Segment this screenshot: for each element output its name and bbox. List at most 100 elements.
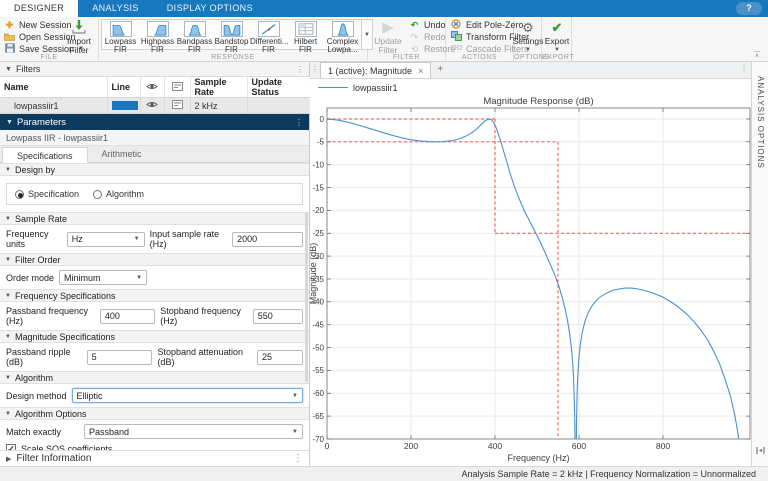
svg-text:0: 0 <box>320 115 325 124</box>
collapse-arrow-icon: ▼ <box>5 166 11 173</box>
kebab-menu-icon[interactable]: ⋮ <box>293 453 303 464</box>
column-header-line[interactable]: Line <box>107 77 141 98</box>
tab-display-options[interactable]: DISPLAY OPTIONS <box>153 0 267 17</box>
ribbon-toolbar: ✚ New Session Open Session Save Session … <box>0 17 768 62</box>
design-by-header[interactable]: ▼ Design by <box>0 163 309 176</box>
filter-visibility-cell[interactable] <box>140 97 165 114</box>
collapse-arrow-icon: ▼ <box>5 215 11 222</box>
design-by-title: Design by <box>14 164 55 175</box>
gallery-item-bandpass[interactable]: Bandpass FIR <box>176 20 213 54</box>
stopband-attenuation-label: Stopband attenuation (dB) <box>157 347 244 367</box>
panel-handle-icon[interactable]: ⋮ <box>310 62 320 78</box>
section-filter: ▶ Update Filter ↶ Undo ↷ Redo ⟲ Restore … <box>368 17 456 61</box>
filter-table-row[interactable]: lowpassiir1 2 kHz <box>0 97 311 114</box>
visibility-column-eye-icon[interactable] <box>140 77 165 98</box>
export-section-label: EXPORT <box>542 54 575 61</box>
filter-update-status-cell <box>247 97 311 114</box>
line-color-swatch[interactable] <box>111 101 138 110</box>
filter-name-cell[interactable]: lowpassiir1 <box>0 97 108 114</box>
file-section-label: FILE <box>40 54 58 61</box>
kebab-menu-icon[interactable]: ⋮ <box>296 65 304 74</box>
close-tab-icon[interactable]: × <box>418 63 423 79</box>
magnitude-specifications-header[interactable]: ▼ Magnitude Specifications <box>0 330 309 343</box>
stopband-frequency-field[interactable]: 550 <box>252 308 303 324</box>
gallery-item-differenti-[interactable]: Differenti... FIR <box>250 20 289 54</box>
passband-ripple-label: Passband ripple (dB) <box>6 347 71 367</box>
frequency-units-select[interactable]: Hz ▼ <box>66 231 145 247</box>
gallery-item-label: FIR <box>151 45 164 54</box>
tab-designer[interactable]: DESIGNER <box>0 0 79 17</box>
section-options: ⚙ Settings ▼ OPTIONS <box>513 17 550 61</box>
frequency-units-label: Frequency units <box>6 229 49 249</box>
help-button[interactable]: ? <box>736 2 762 15</box>
order-mode-label: Order mode <box>6 272 55 283</box>
gallery-item-bandstop[interactable]: Bandstop FIR <box>213 20 250 54</box>
frequency-units-value: Hz <box>71 234 83 244</box>
folder-icon <box>3 32 16 43</box>
svg-text:-15: -15 <box>312 183 324 192</box>
dock-panel-icon[interactable] <box>756 442 765 460</box>
gallery-item-highpass[interactable]: Highpass FIR <box>139 20 176 54</box>
design-method-label: Design method <box>6 390 67 401</box>
tab-arithmetic[interactable]: Arithmetic <box>88 146 156 162</box>
radio-unselected-icon <box>93 189 103 199</box>
left-panel-scrollbar[interactable] <box>305 212 308 382</box>
filter-information-header[interactable]: ▶ Filter Information ⋮ <box>0 450 309 466</box>
kebab-menu-icon[interactable]: ⋮ <box>295 118 303 127</box>
filters-table: Name Line Sample Rate Update Status lowpass… <box>0 77 311 114</box>
svg-text:-25: -25 <box>312 229 324 238</box>
radio-algorithm[interactable]: Algorithm <box>93 189 144 199</box>
filter-info-cell[interactable] <box>164 97 191 114</box>
column-header-sample-rate[interactable]: Sample Rate <box>190 77 248 98</box>
input-sample-rate-field[interactable]: 2000 <box>232 231 303 247</box>
restore-icon: ⟲ <box>410 44 419 54</box>
passband-ripple-field[interactable]: 5 <box>86 349 153 365</box>
algorithm-header[interactable]: ▼ Algorithm <box>0 371 309 384</box>
frequency-specifications-header[interactable]: ▼ Frequency Specifications <box>0 289 309 302</box>
gallery-item-complex[interactable]: Complex Lowpa... <box>324 20 361 54</box>
svg-text:-55: -55 <box>312 366 324 375</box>
magnitude-response-chart: 0 200 400 600 800 0 -5 -10 -15 -20 -25 -30 -35 -40 -45… <box>308 96 751 466</box>
column-header-update-status[interactable]: Update Status <box>247 77 311 98</box>
info-column-icon[interactable] <box>164 77 191 98</box>
minimize-ribbon-icon[interactable]: — ∧ <box>752 49 762 59</box>
analysis-options-strip[interactable]: ANALYSIS OPTIONS <box>751 62 768 466</box>
algorithm-options-header[interactable]: ▼ Algorithm Options <box>0 407 309 420</box>
options-section-label: OPTIONS <box>514 54 550 61</box>
gallery-item-lowpass[interactable]: Lowpass FIR <box>102 20 139 54</box>
magnitude-specifications-title: Magnitude Specifications <box>14 331 116 342</box>
match-exactly-select[interactable]: Passband ▼ <box>84 424 303 439</box>
svg-text:-20: -20 <box>312 206 324 215</box>
gallery-item-hilbert-fir[interactable]: Hilbert FIR <box>287 20 324 54</box>
stopband-attenuation-field[interactable]: 25 <box>257 349 303 365</box>
response-section-label: RESPONSE <box>211 54 255 61</box>
column-header-name[interactable]: Name <box>0 77 108 98</box>
export-button[interactable]: ✔ Export ▼ <box>540 18 574 55</box>
filter-line-cell[interactable] <box>107 97 141 114</box>
new-session-icon: ✚ <box>5 20 14 30</box>
tab-specifications[interactable]: Specifications <box>2 147 88 163</box>
svg-text:400: 400 <box>488 441 502 451</box>
sample-rate-header[interactable]: ▼ Sample Rate <box>0 212 309 225</box>
filters-panel-header[interactable]: ▼ Filters ⋮ <box>0 62 309 77</box>
passband-frequency-value: 400 <box>104 311 120 321</box>
chevron-down-icon: ▼ <box>136 274 143 281</box>
import-filter-button[interactable]: Import Filter <box>62 18 96 55</box>
chevron-down-icon: ▼ <box>133 236 140 242</box>
kebab-menu-icon[interactable]: ⋮ <box>737 62 751 78</box>
parameters-panel-header[interactable]: ▼ Parameters ⋮ <box>0 114 309 130</box>
svg-text:Magnitude Response (dB): Magnitude Response (dB) <box>483 96 593 107</box>
tab-analysis[interactable]: ANALYSIS <box>78 0 153 17</box>
update-filter-button[interactable]: ▶ Update Filter <box>371 18 405 55</box>
filter-order-header[interactable]: ▼ Filter Order <box>0 253 309 266</box>
highpass-fir-icon <box>146 21 169 37</box>
passband-frequency-field[interactable]: 400 <box>99 308 156 324</box>
design-method-select[interactable]: Elliptic ▼ <box>71 388 303 403</box>
section-export: ✔ Export ▼ EXPORT <box>540 17 575 61</box>
add-tab-button[interactable]: + <box>431 62 449 78</box>
radio-specification[interactable]: Specification <box>15 189 79 199</box>
order-mode-select[interactable]: Minimum ▼ <box>59 270 148 285</box>
section-actions: Edit Pole-Zero Transform Filter Cascade Fi… <box>446 17 529 61</box>
tabstrip-spacer <box>267 0 736 17</box>
plot-tab-magnitude[interactable]: 1 (active): Magnitude × <box>320 62 432 79</box>
